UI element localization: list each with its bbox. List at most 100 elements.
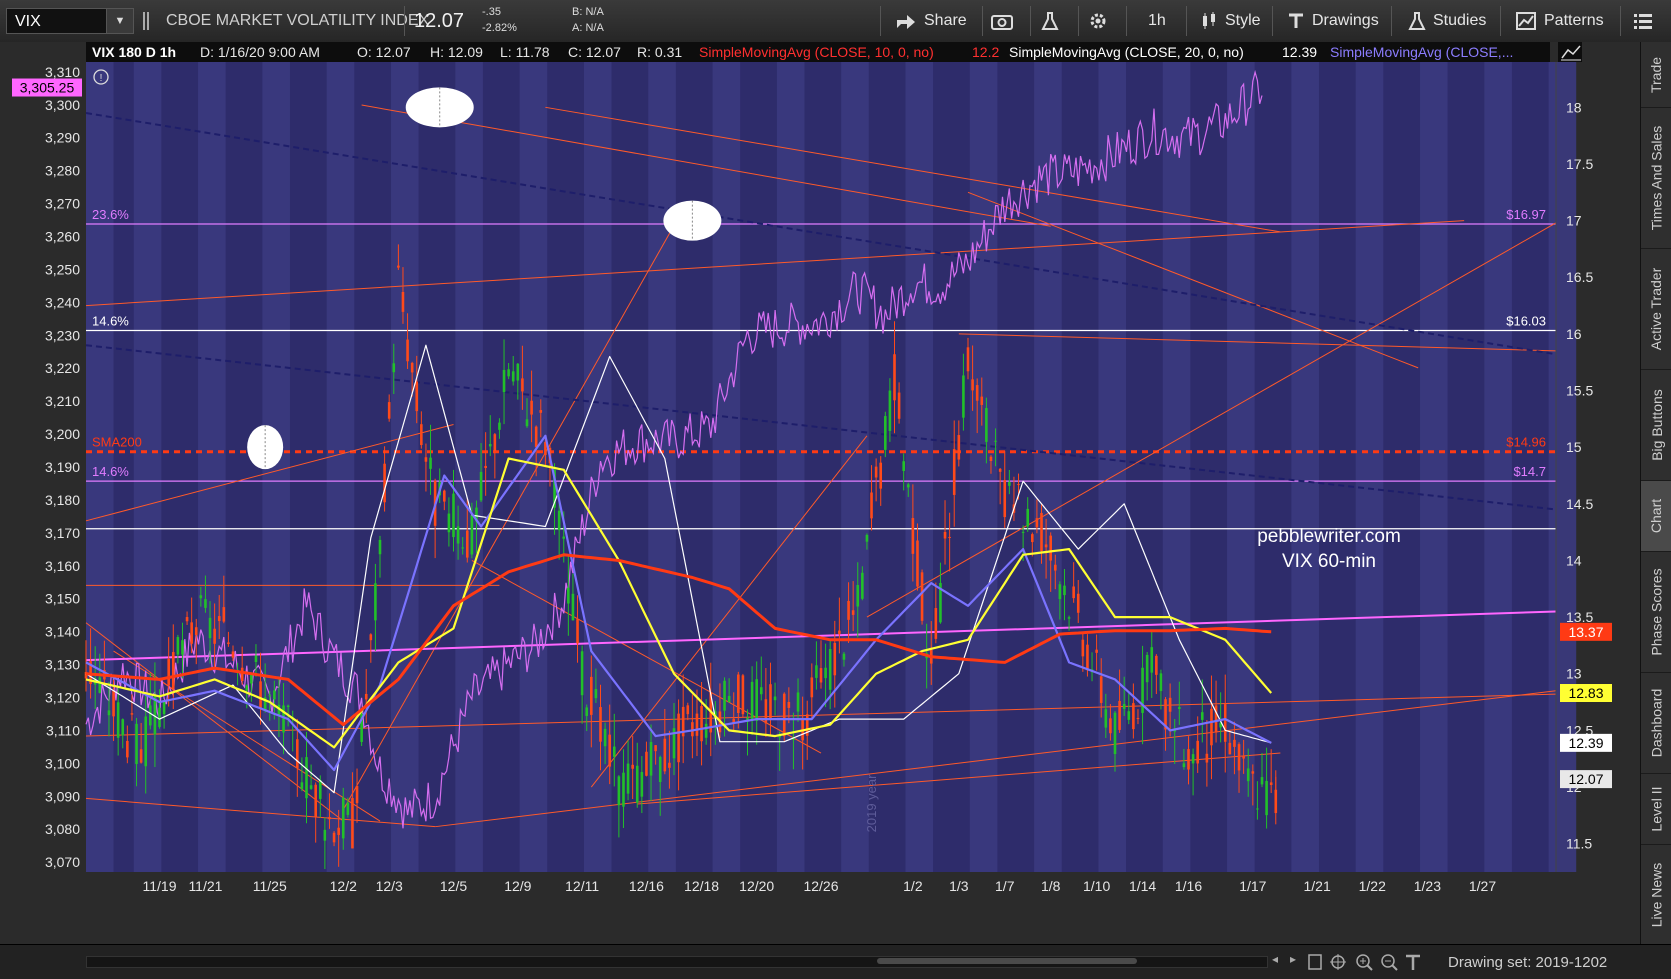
candle-body[interactable] (906, 484, 910, 488)
candle-body[interactable] (1242, 756, 1245, 759)
candle-body[interactable] (576, 619, 579, 644)
candle-body[interactable] (374, 583, 377, 621)
candle-body[interactable] (149, 705, 152, 726)
candle-body[interactable] (240, 667, 244, 682)
candle-body[interactable] (1113, 712, 1117, 755)
candle-body[interactable] (580, 651, 584, 696)
candle-body[interactable] (824, 667, 827, 679)
candle-body[interactable] (1099, 676, 1103, 703)
candle-body[interactable] (337, 827, 340, 835)
studies-button[interactable]: Studies (1408, 0, 1486, 42)
candle-body[interactable] (911, 518, 915, 554)
candle-body[interactable] (217, 616, 221, 622)
candle-body[interactable] (975, 385, 979, 401)
candle-body[interactable] (194, 627, 198, 636)
candle-body[interactable] (296, 739, 299, 768)
candle-body[interactable] (727, 695, 731, 703)
candle-body[interactable] (773, 696, 777, 701)
candle-body[interactable] (318, 780, 322, 799)
share-button[interactable]: Share (895, 0, 967, 42)
candle-body[interactable] (227, 642, 230, 645)
candle-body[interactable] (1081, 639, 1085, 657)
candle-body[interactable] (1168, 697, 1172, 712)
candle-body[interactable] (273, 690, 276, 700)
candle-body[interactable] (557, 510, 561, 531)
candle-body[interactable] (617, 776, 621, 806)
candle-body[interactable] (902, 461, 905, 471)
candle-body[interactable] (461, 547, 464, 549)
candle-body[interactable] (1008, 481, 1011, 486)
candle-body[interactable] (1026, 508, 1030, 527)
candle-body[interactable] (856, 584, 860, 607)
candle-body[interactable] (649, 742, 653, 776)
scrollbar-thumb[interactable] (877, 958, 1137, 964)
tab-level-ii[interactable]: Level II (1641, 774, 1671, 845)
candle-body[interactable] (599, 707, 602, 742)
candle-body[interactable] (429, 457, 432, 469)
candle-body[interactable] (488, 444, 492, 447)
candle-body[interactable] (415, 381, 419, 412)
candle-body[interactable] (943, 531, 947, 539)
chevron-down-icon[interactable]: ▼ (106, 9, 133, 33)
aggregation-button[interactable]: 1h (1148, 0, 1166, 42)
candle-body[interactable] (1104, 709, 1108, 728)
candle-body[interactable] (998, 468, 1002, 472)
candle-body[interactable] (884, 416, 887, 450)
candle-body[interactable] (1040, 512, 1043, 552)
scroll-right-icon[interactable]: ▸ (1290, 952, 1296, 966)
candle-body[interactable] (847, 600, 850, 620)
candle-body[interactable] (815, 665, 818, 678)
candle-body[interactable] (511, 371, 515, 382)
candle-body[interactable] (364, 693, 368, 700)
candle-body[interactable] (1237, 744, 1241, 771)
candle-body[interactable] (1191, 754, 1195, 764)
candle-body[interactable] (1260, 777, 1264, 785)
candle-body[interactable] (1178, 706, 1181, 710)
candle-body[interactable] (222, 607, 226, 622)
candle-body[interactable] (833, 642, 837, 676)
candle-body[interactable] (1049, 535, 1052, 561)
candle-body[interactable] (819, 668, 823, 683)
candle-body[interactable] (268, 695, 272, 697)
candle-body[interactable] (1155, 655, 1158, 675)
candle-body[interactable] (1127, 711, 1131, 720)
chart-canvas[interactable]: 23.6% $16.97 14.6% $16.03 SMA200 $14.96 14.6% $… (0, 42, 1640, 944)
tab-live-news[interactable]: Live News (1641, 845, 1671, 945)
candle-body[interactable] (663, 738, 667, 772)
candle-body[interactable] (392, 363, 396, 373)
candle-body[interactable] (668, 762, 671, 768)
candle-body[interactable] (121, 719, 125, 736)
expand-icon[interactable] (1308, 954, 1322, 970)
candle-body[interactable] (516, 363, 520, 381)
candle-body[interactable] (677, 713, 680, 763)
candle-body[interactable] (369, 634, 373, 641)
candle-body[interactable] (741, 675, 745, 715)
candle-body[interactable] (383, 463, 386, 503)
candle-body[interactable] (1017, 484, 1020, 486)
candle-body[interactable] (493, 434, 497, 452)
candle-body[interactable] (204, 599, 207, 608)
candle-body[interactable] (158, 707, 161, 727)
candle-body[interactable] (842, 653, 846, 660)
candle-body[interactable] (658, 756, 662, 783)
candle-body[interactable] (162, 701, 166, 715)
candle-body[interactable] (484, 465, 487, 469)
candle-body[interactable] (98, 677, 102, 693)
candle-body[interactable] (116, 702, 120, 738)
drawings-button[interactable]: Drawings (1287, 0, 1379, 42)
flask-button[interactable] (1040, 0, 1060, 42)
candle-body[interactable] (181, 640, 184, 655)
candle-body[interactable] (1196, 740, 1199, 764)
candle-body[interactable] (861, 572, 864, 599)
candle-body[interactable] (994, 440, 997, 442)
candle-body[interactable] (1067, 617, 1071, 619)
candle-body[interactable] (213, 628, 216, 644)
candle-body[interactable] (631, 764, 634, 769)
candle-body[interactable] (144, 716, 148, 767)
tab-trade[interactable]: Trade (1641, 42, 1671, 108)
candle-body[interactable] (769, 684, 772, 720)
candle-body[interactable] (185, 617, 189, 622)
candle-body[interactable] (585, 707, 589, 716)
candle-body[interactable] (879, 462, 883, 489)
candle-body[interactable] (107, 710, 111, 716)
